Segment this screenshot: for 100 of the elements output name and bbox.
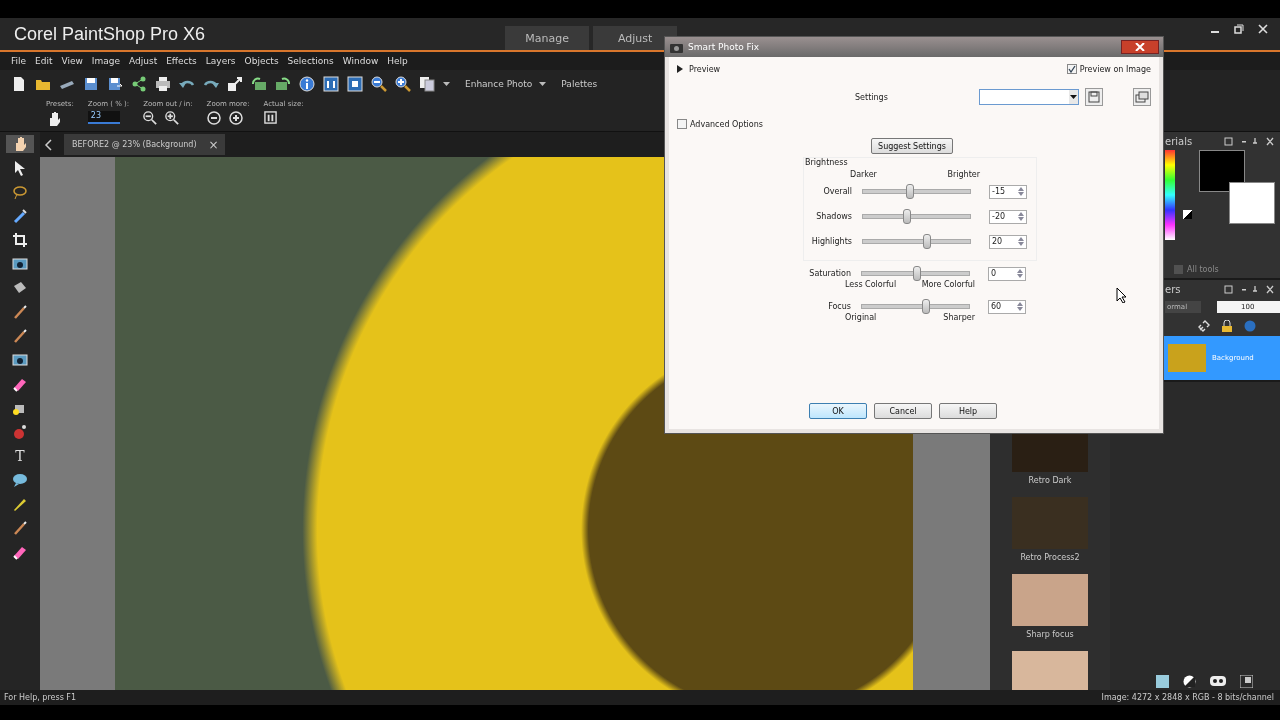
- spin-field[interactable]: 20: [989, 234, 1027, 249]
- brush-icon: [12, 520, 28, 536]
- rotate-right-icon[interactable]: [275, 76, 291, 92]
- dialog-button[interactable]: OK: [809, 403, 867, 419]
- spin-arrows-icon[interactable]: [1018, 187, 1024, 196]
- panel-controls-icon[interactable]: [1224, 136, 1274, 146]
- spin-field[interactable]: 0: [988, 266, 1026, 281]
- brush-icon: [12, 304, 28, 320]
- toolbar-dropdown[interactable]: Enhance Photo: [465, 79, 533, 89]
- preset-label: Retro Process2: [1020, 553, 1080, 562]
- speech-bubble-icon: [12, 472, 28, 488]
- suggest-settings-button[interactable]: Suggest Settings: [871, 138, 953, 154]
- menu-item[interactable]: Objects: [244, 56, 279, 66]
- slider-label: Focus: [827, 302, 851, 311]
- share-icon[interactable]: [131, 76, 147, 92]
- color-spectrum[interactable]: [1165, 150, 1175, 240]
- menu-item[interactable]: Help: [387, 56, 408, 66]
- slider-thumb[interactable]: [922, 299, 931, 314]
- menu-item[interactable]: Window: [342, 56, 379, 66]
- spin-arrows-icon[interactable]: [1017, 302, 1023, 311]
- chevron-left-icon[interactable]: [44, 138, 52, 151]
- checkbox[interactable]: [677, 119, 687, 129]
- lock-icon[interactable]: [1222, 320, 1232, 332]
- settings-dropdown[interactable]: [979, 89, 1079, 105]
- status-text: For Help, press F1: [4, 693, 77, 702]
- plus-circle-icon[interactable]: [228, 111, 243, 125]
- photo-placeholder: [1168, 344, 1206, 372]
- manage-presets-button[interactable]: [1133, 88, 1151, 106]
- zoom-out-icon[interactable]: [143, 111, 158, 125]
- toolbar-dropdown[interactable]: Palettes: [561, 79, 598, 89]
- mask-icon[interactable]: [1210, 676, 1226, 686]
- actual-size-icon[interactable]: [323, 76, 339, 92]
- slider-label: Saturation: [808, 269, 851, 278]
- zoom-field[interactable]: 23: [87, 111, 120, 124]
- checkbox[interactable]: [1066, 64, 1077, 74]
- spin-field[interactable]: -15: [989, 184, 1027, 199]
- spin-arrows-icon[interactable]: [1017, 269, 1023, 278]
- workspace-tab[interactable]: Adjust: [593, 26, 678, 50]
- zoom-out-icon[interactable]: [371, 76, 387, 92]
- minus-circle-icon[interactable]: [206, 111, 221, 125]
- slider-end-label: More Colorful: [921, 280, 975, 291]
- slider-label: Shadows: [815, 212, 852, 221]
- fit-window-icon[interactable]: [347, 76, 363, 92]
- layers-icon[interactable]: [1240, 674, 1253, 688]
- lasso-icon: [12, 184, 28, 200]
- slider-end-label: Darker: [850, 170, 877, 179]
- dialog-button[interactable]: Help: [939, 403, 997, 419]
- copy-icon[interactable]: [419, 76, 435, 92]
- menu-item[interactable]: Effects: [166, 56, 197, 66]
- save-button[interactable]: [1085, 88, 1103, 106]
- panel-title: erials: [1165, 135, 1193, 147]
- save-as-icon[interactable]: [107, 76, 123, 92]
- slider-thumb[interactable]: [912, 266, 921, 281]
- spin-field[interactable]: 60: [988, 299, 1026, 314]
- document-tab[interactable]: BEFORE2 @ 23% (Background) ×: [64, 134, 225, 155]
- info-icon[interactable]: [299, 76, 315, 92]
- zoom-in-icon[interactable]: [165, 111, 180, 125]
- printer-icon[interactable]: [155, 76, 171, 92]
- actual-size-icon[interactable]: [263, 111, 277, 124]
- checkbox-label: All tools: [1187, 264, 1219, 274]
- picture-icon: [12, 256, 28, 272]
- spin-arrows-icon[interactable]: [1018, 212, 1024, 221]
- checkbox-label: Advanced Options: [690, 119, 763, 129]
- restore-icon[interactable]: [1234, 24, 1244, 34]
- dropdown-arrow-icon: [1070, 95, 1077, 99]
- menu-item[interactable]: Selections: [287, 56, 334, 66]
- dialog-button[interactable]: Cancel: [874, 403, 932, 419]
- contrast-icon[interactable]: [1183, 674, 1196, 688]
- menu-item[interactable]: Edit: [35, 56, 53, 66]
- save-icon[interactable]: [83, 76, 99, 92]
- spin-arrows-icon[interactable]: [1018, 237, 1024, 246]
- caret-icon[interactable]: [443, 82, 450, 86]
- caret-icon[interactable]: [539, 82, 547, 86]
- slider-thumb[interactable]: [906, 184, 914, 199]
- document-icon[interactable]: [11, 76, 27, 92]
- slider-thumb[interactable]: [902, 209, 911, 224]
- picture-icon[interactable]: [1156, 674, 1169, 688]
- eraser-icon: [12, 544, 28, 560]
- background-swatch[interactable]: [1228, 182, 1275, 224]
- foreground-swatch[interactable]: [1198, 150, 1245, 192]
- spin-field[interactable]: -20: [989, 209, 1027, 224]
- menu-item[interactable]: Layers: [205, 56, 236, 66]
- resize-icon[interactable]: [227, 76, 243, 92]
- workspace-tab[interactable]: Manage: [505, 26, 590, 50]
- swap-colors-icon[interactable]: [1182, 210, 1192, 219]
- close-button[interactable]: [1121, 40, 1159, 54]
- close-icon: [1135, 43, 1145, 51]
- menu-item[interactable]: File: [11, 56, 27, 66]
- globe-icon[interactable]: [1244, 320, 1256, 332]
- panel-controls-icon[interactable]: [1224, 284, 1274, 294]
- menu-item[interactable]: Image: [91, 56, 121, 66]
- preview-toggle[interactable]: Preview: [677, 64, 721, 74]
- tool-button[interactable]: T: [6, 447, 34, 465]
- slider-thumb[interactable]: [923, 234, 932, 249]
- menu-item[interactable]: View: [61, 56, 83, 66]
- close-icon[interactable]: [1258, 24, 1268, 34]
- pen-icon: [12, 496, 28, 512]
- zoom-in-icon[interactable]: [395, 76, 411, 92]
- rotate-left-icon[interactable]: [251, 76, 267, 92]
- menu-item[interactable]: Adjust: [129, 56, 158, 66]
